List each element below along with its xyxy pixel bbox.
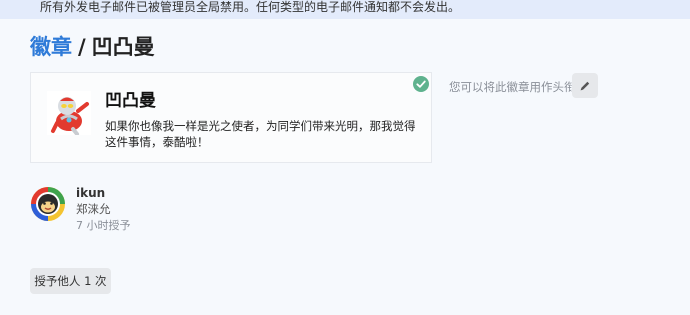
grantee-username[interactable]: ikun (76, 186, 105, 200)
granted-time: 7 小时授予 (76, 219, 131, 232)
ultraman-badge-image (47, 91, 91, 135)
pencil-icon (580, 81, 590, 90)
title-hint: 您可以将此徽章用作头衔 (449, 80, 576, 94)
badges-link[interactable]: 徽章 (30, 35, 72, 59)
breadcrumb-separator: / (78, 35, 86, 59)
breadcrumb: 徽章 / 凹凸曼 (30, 33, 155, 61)
badge-card: 凹凸曼 如果你也像我一样是光之使者，为同学们带来光明，那我觉得这件事情，泰酷啦！ (30, 72, 432, 163)
use-as-title-button[interactable] (572, 73, 598, 98)
badge-title: 凹凸曼 (105, 91, 156, 111)
notice-text: 所有外发电子邮件已被管理员全局禁用。任何类型的电子邮件通知都不会发出。 (40, 0, 461, 14)
avatar[interactable] (30, 186, 66, 222)
email-disabled-notice: 所有外发电子邮件已被管理员全局禁用。任何类型的电子邮件通知都不会发出。 (0, 0, 690, 19)
check-circle-icon (413, 76, 429, 92)
grant-others-button[interactable]: 授予他人 1 次 (30, 268, 111, 294)
page-title: 凹凸曼 (91, 35, 155, 59)
badge-description: 如果你也像我一样是光之使者，为同学们带来光明，那我觉得这件事情，泰酷啦！ (105, 119, 416, 149)
grantee-full-name: 郑涞允 (76, 202, 111, 216)
